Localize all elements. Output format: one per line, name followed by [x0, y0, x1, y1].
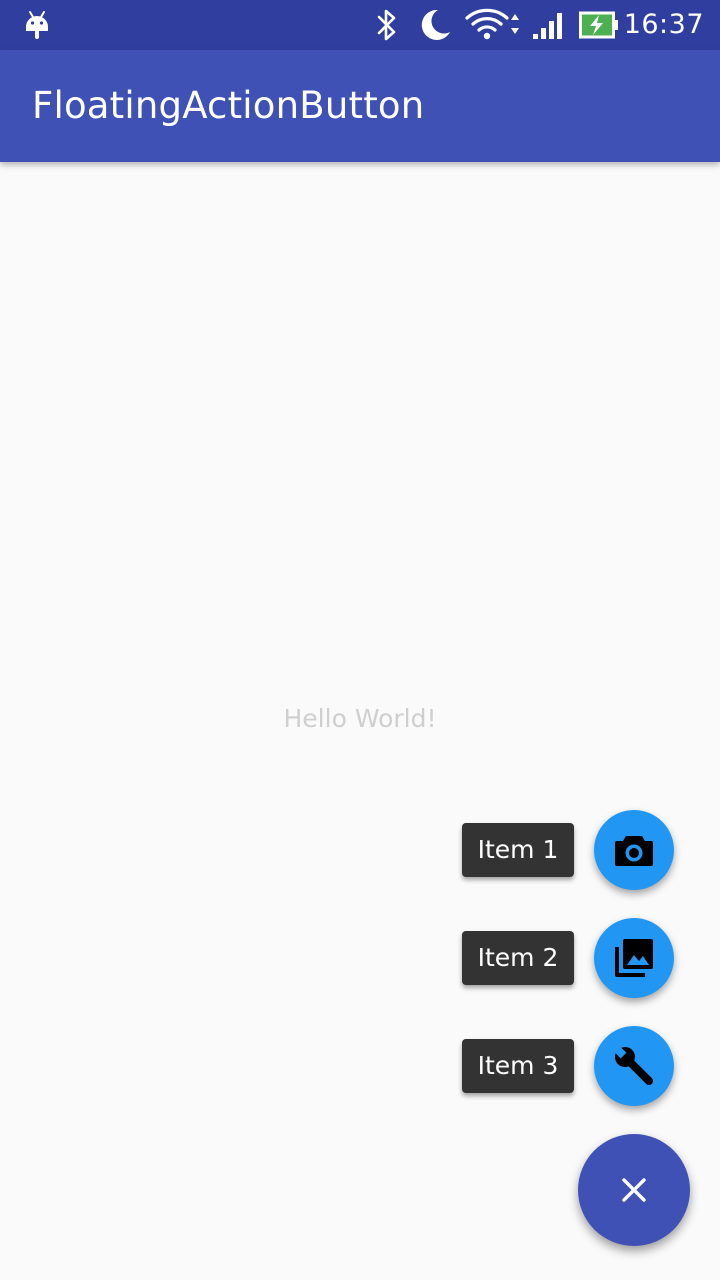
camera-icon	[613, 830, 655, 870]
status-bar: 16:37	[0, 0, 720, 50]
app-bar: FloatingActionButton	[0, 50, 720, 162]
screen: 16:37 FloatingActionButton Hello World! …	[0, 0, 720, 1280]
bluetooth-icon	[372, 0, 402, 50]
fab-item-1-button[interactable]	[594, 810, 674, 890]
fab-item-2-label[interactable]: Item 2	[462, 931, 574, 985]
signal-icon	[530, 0, 568, 50]
moon-icon	[416, 0, 454, 50]
status-time: 16:37	[623, 9, 704, 40]
battery-charging-icon	[578, 0, 620, 50]
android-icon	[22, 0, 52, 50]
fab-item-3-button[interactable]	[594, 1026, 674, 1106]
wifi-icon	[464, 0, 522, 50]
hello-world-text: Hello World!	[283, 704, 437, 733]
wrench-icon	[612, 1044, 656, 1088]
close-icon	[621, 1177, 647, 1203]
main-fab-close-button[interactable]	[578, 1134, 690, 1246]
photo-library-icon	[613, 937, 655, 979]
fab-item-3-label[interactable]: Item 3	[462, 1039, 574, 1093]
fab-item-1-label[interactable]: Item 1	[462, 823, 574, 877]
page-title: FloatingActionButton	[32, 84, 425, 127]
fab-item-2-button[interactable]	[594, 918, 674, 998]
